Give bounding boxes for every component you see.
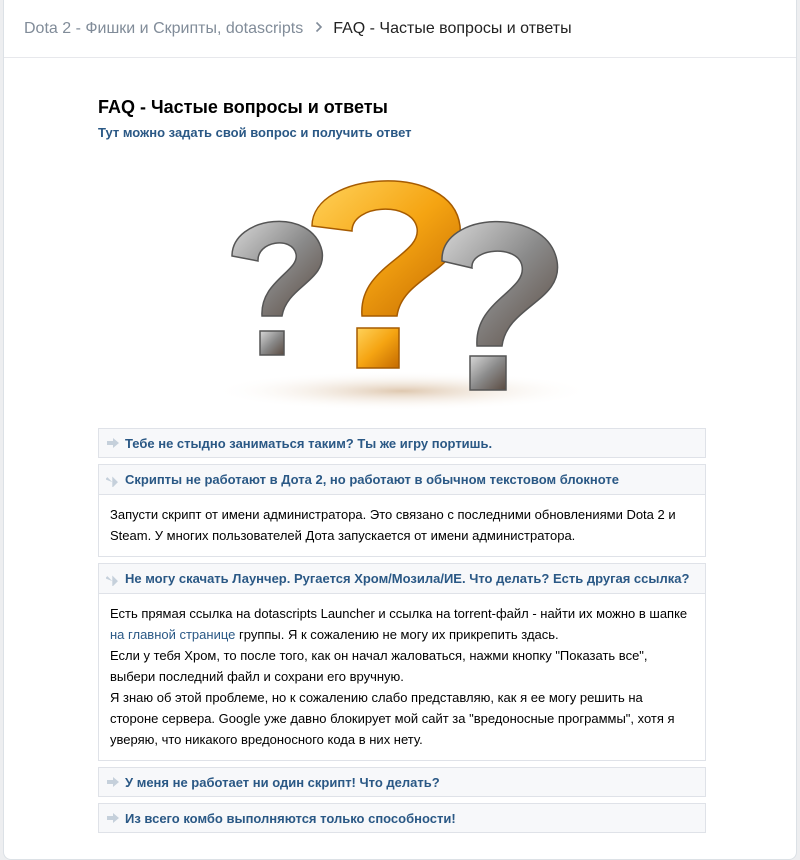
faq-question-toggle[interactable]: Не могу скачать Лаунчер. Ругается Хром/М…: [98, 563, 706, 593]
arrow-down-right-icon: [105, 473, 121, 487]
faq-question: Не могу скачать Лаунчер. Ругается Хром/М…: [125, 571, 690, 586]
page-container: Dota 2 - Фишки и Скрипты, dotascripts FA…: [3, 0, 797, 860]
main-page-link[interactable]: на главной странице: [110, 627, 235, 642]
faq-list: Тебе не стыдно заниматься таким? Ты же и…: [98, 428, 706, 833]
arrow-down-right-icon: [105, 572, 121, 586]
faq-answer: Есть прямая ссылка на dotascripts Launch…: [98, 593, 706, 761]
chevron-right-icon: [315, 20, 323, 38]
faq-answer-text: Есть прямая ссылка на dotascripts Launch…: [110, 606, 688, 621]
faq-question-toggle[interactable]: У меня не работает ни один скрипт! Что д…: [98, 767, 706, 797]
faq-item: У меня не работает ни один скрипт! Что д…: [98, 767, 706, 797]
faq-answer: Запусти скрипт от имени администратора. …: [98, 494, 706, 557]
faq-answer-text: Я знаю об этой проблеме, но к сожалению …: [110, 690, 675, 747]
faq-answer-text: группы. Я к сожалению не могу их прикреп…: [235, 627, 559, 642]
faq-question: Тебе не стыдно заниматься таким? Ты же и…: [125, 435, 493, 451]
arrow-right-icon: [105, 811, 121, 825]
faq-item: Скрипты не работают в Дота 2, но работаю…: [98, 464, 706, 557]
faq-answer-text: Если у тебя Хром, то после того, как он …: [110, 648, 648, 684]
page-title: FAQ - Частые вопросы и ответы: [98, 97, 388, 117]
faq-question: Из всего комбо выполняются только способ…: [125, 810, 456, 826]
faq-question: У меня не работает ни один скрипт! Что д…: [125, 774, 440, 790]
breadcrumb-current: FAQ - Частые вопросы и ответы: [333, 19, 572, 37]
faq-question-toggle[interactable]: Из всего комбо выполняются только способ…: [98, 803, 706, 833]
breadcrumb: Dota 2 - Фишки и Скрипты, dotascripts FA…: [4, 0, 796, 58]
arrow-right-icon: [105, 436, 121, 450]
page-subtitle: Тут можно задать свой вопрос и получить …: [98, 125, 412, 140]
faq-question: Скрипты не работают в Дота 2, но работаю…: [125, 472, 619, 487]
faq-answer-text: Запусти скрипт от имени администратора. …: [110, 507, 676, 543]
faq-item: Тебе не стыдно заниматься таким? Ты же и…: [98, 428, 706, 458]
breadcrumb-parent-link[interactable]: Dota 2 - Фишки и Скрипты, dotascripts: [24, 20, 303, 38]
faq-item: Не могу скачать Лаунчер. Ругается Хром/М…: [98, 563, 706, 761]
faq-item: Из всего комбо выполняются только способ…: [98, 803, 706, 833]
faq-answer-paragraph: Есть прямая ссылка на dotascripts Launch…: [110, 603, 694, 645]
wiki-content: FAQ - Частые вопросы и ответы Тут можно …: [98, 96, 706, 839]
arrow-right-icon: [105, 775, 121, 789]
faq-question-toggle[interactable]: Скрипты не работают в Дота 2, но работаю…: [98, 464, 706, 494]
faq-question-toggle[interactable]: Тебе не стыдно заниматься таким? Ты же и…: [98, 428, 706, 458]
question-marks-image: [212, 180, 592, 411]
